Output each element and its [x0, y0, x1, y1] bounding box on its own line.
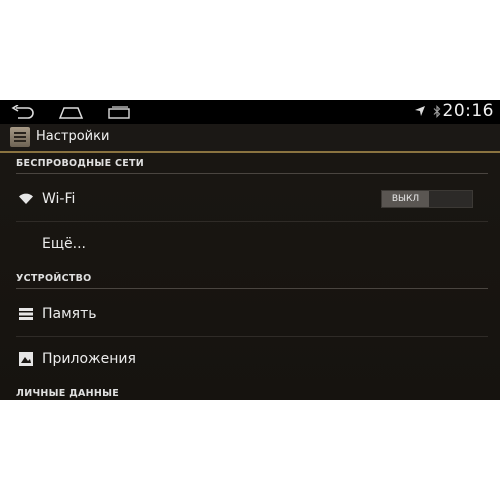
home-icon — [58, 107, 84, 119]
home-button[interactable] — [56, 102, 86, 122]
section-header-device: УСТРОЙСТВО — [16, 268, 488, 289]
settings-item-storage[interactable]: Память — [0, 292, 500, 336]
storage-label: Память — [42, 306, 97, 322]
section-header-wireless: БЕСПРОВОДНЫЕ СЕТИ — [16, 153, 488, 174]
location-arrow-icon — [415, 106, 425, 116]
bluetooth-icon — [433, 105, 441, 118]
wifi-toggle-state: ВЫКЛ — [382, 191, 429, 207]
recent-apps-button[interactable] — [104, 102, 134, 122]
back-icon — [11, 105, 34, 119]
page-title: Настройки — [36, 129, 110, 144]
settings-item-apps[interactable]: Приложения — [0, 337, 500, 381]
settings-app-icon[interactable] — [10, 127, 30, 147]
recent-apps-icon — [108, 106, 130, 119]
wifi-label: Wi-Fi — [42, 191, 76, 207]
back-button[interactable] — [8, 102, 38, 122]
more-label: Ещё... — [42, 236, 86, 252]
storage-icon — [19, 308, 33, 320]
settings-item-more[interactable]: Ещё... — [0, 222, 500, 266]
wifi-icon — [19, 193, 33, 204]
status-bar: 20:16 — [0, 100, 500, 124]
apps-icon — [19, 352, 33, 366]
status-clock: 20:16 — [442, 101, 494, 121]
device-screen: 20:16 Настройки БЕСПРОВОДНЫЕ СЕТИ Wi-Fi … — [0, 100, 500, 400]
action-bar: Настройки — [0, 124, 500, 153]
apps-label: Приложения — [42, 351, 136, 367]
section-header-personal: ЛИЧНЫЕ ДАННЫЕ — [16, 383, 488, 400]
wifi-toggle[interactable]: ВЫКЛ — [381, 190, 473, 208]
